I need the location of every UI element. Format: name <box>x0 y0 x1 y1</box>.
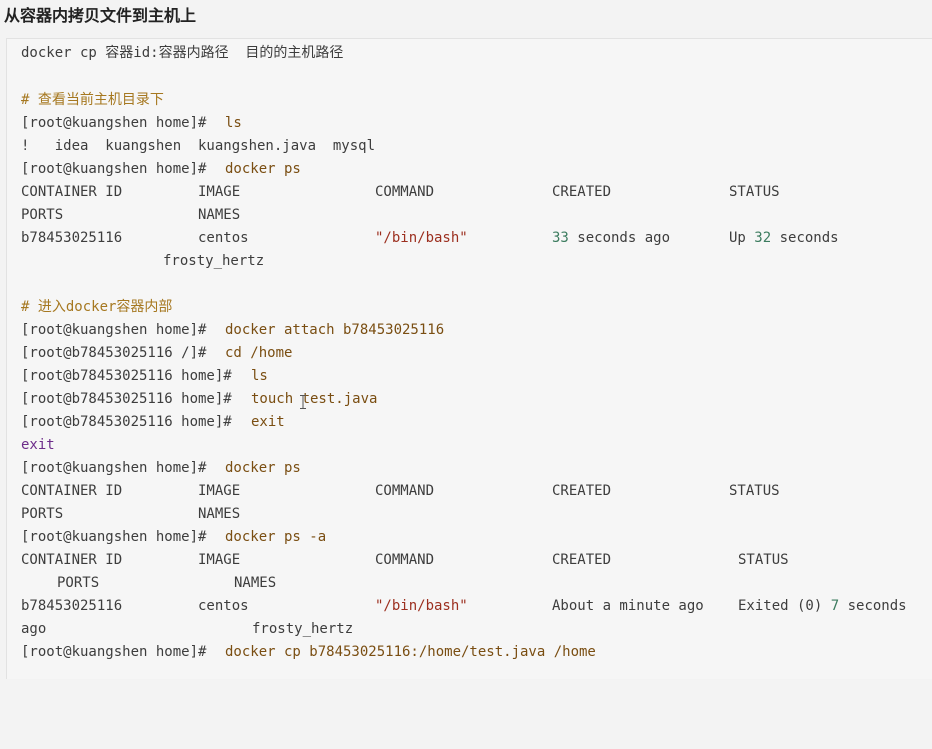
image-name: centos <box>198 598 249 614</box>
header-command: COMMAND <box>375 184 435 200</box>
header-command: COMMAND <box>375 483 435 499</box>
table-row: b78453025116 centos "/bin/bash" About a … <box>7 595 907 617</box>
prompt-line: [root@kuangshen home]# docker ps -a <box>7 526 326 548</box>
code-block[interactable]: docker cp 容器id:容器内路径 目的的主机路径 # 查看当前主机目录下… <box>6 38 932 679</box>
prompt-line: [root@kuangshen home]# docker ps <box>7 457 301 479</box>
table-row: frosty_hertz <box>7 250 264 272</box>
header-ports: PORTS <box>21 207 64 223</box>
header-command: COMMAND <box>375 552 435 568</box>
shell-prompt: [root@b78453025116 home]# <box>21 368 232 384</box>
exit-output: exit <box>21 437 55 453</box>
shell-prompt: [root@kuangshen home]# <box>21 460 207 476</box>
status-value: Up 32 seconds <box>729 227 839 249</box>
header-status: STATUS <box>729 184 780 200</box>
command-text: docker ps <box>225 460 301 476</box>
status-unit: seconds <box>839 598 907 614</box>
shell-prompt: [root@kuangshen home]# <box>21 161 207 177</box>
image-name: centos <box>198 230 249 246</box>
header-created: CREATED <box>552 552 612 568</box>
command-text: exit <box>251 414 285 430</box>
prompt-line: [root@b78453025116 /]# cd /home <box>7 342 292 364</box>
shell-prompt: [root@b78453025116 /]# <box>21 345 207 361</box>
syntax-text: docker cp 容器id:容器内路径 目的的主机路径 <box>21 45 344 61</box>
created-value: 33 seconds ago <box>552 227 670 249</box>
header-image: IMAGE <box>198 184 241 200</box>
shell-prompt: [root@kuangshen home]# <box>21 529 207 545</box>
container-name: frosty_hertz <box>163 253 265 269</box>
shell-prompt: [root@b78453025116 home]# <box>21 391 232 407</box>
header-container-id: CONTAINER ID <box>21 483 123 499</box>
command-text: docker cp b78453025116:/home/test.java /… <box>225 644 596 660</box>
prompt-line: [root@b78453025116 home]# ls <box>7 365 268 387</box>
status-word: Up <box>729 230 755 246</box>
prompt-line: [root@b78453025116 home]# exit <box>7 411 285 433</box>
header-names: NAMES <box>234 575 277 591</box>
header-image: IMAGE <box>198 552 241 568</box>
header-container-id: CONTAINER ID <box>21 184 123 200</box>
header-names: NAMES <box>198 506 241 522</box>
syntax-line: docker cp 容器id:容器内路径 目的的主机路径 <box>7 42 343 64</box>
prompt-line: [root@kuangshen home]# ls <box>7 112 242 134</box>
output-line: ! idea kuangshen kuangshen.java mysql <box>7 135 375 157</box>
table-row: b78453025116 centos "/bin/bash" 33 secon… <box>7 227 839 249</box>
header-status: STATUS <box>729 483 780 499</box>
shell-prompt: [root@b78453025116 home]# <box>21 414 232 430</box>
status-number: 32 <box>754 230 772 246</box>
ls-output: ! idea kuangshen kuangshen.java mysql <box>21 138 376 154</box>
shell-prompt: [root@kuangshen home]# <box>21 115 207 131</box>
comment-line: # 查看当前主机目录下 <box>7 89 164 111</box>
table-row: ago frosty_hertz <box>7 618 353 640</box>
comment-text: # 查看当前主机目录下 <box>21 92 164 108</box>
comment-line: # 进入docker容器内部 <box>7 296 172 318</box>
page-title: 从容器内拷贝文件到主机上 <box>4 6 197 25</box>
header-container-id: CONTAINER ID <box>21 552 123 568</box>
prompt-line: [root@kuangshen home]# docker attach b78… <box>7 319 444 341</box>
created-unit: seconds ago <box>568 230 671 246</box>
command-text: docker attach b78453025116 <box>225 322 445 338</box>
table-header-row: PORTS NAMES <box>7 503 240 525</box>
command-text: docker ps -a <box>225 529 327 545</box>
command-value: "/bin/bash" <box>375 230 468 246</box>
header-status: STATUS <box>738 552 789 568</box>
command-text: docker ps <box>225 161 301 177</box>
container-id: b78453025116 <box>21 598 123 614</box>
status-number: 7 <box>830 598 840 614</box>
table-header-row: CONTAINER ID IMAGE COMMAND CREATED STATU… <box>7 181 780 203</box>
command-text: touch test.java <box>251 391 378 407</box>
header-image: IMAGE <box>198 483 241 499</box>
header-ports: PORTS <box>21 506 64 522</box>
command-text: ls <box>251 368 268 384</box>
table-header-row: PORTS NAMES <box>7 204 240 226</box>
header-ports: PORTS <box>57 575 100 591</box>
table-header-row: CONTAINER ID IMAGE COMMAND CREATED STATU… <box>7 549 789 571</box>
command-text: ls <box>225 115 242 131</box>
container-id: b78453025116 <box>21 230 123 246</box>
output-line: exit <box>7 434 55 456</box>
text-cursor-icon <box>300 395 306 409</box>
table-header-row: CONTAINER ID IMAGE COMMAND CREATED STATU… <box>7 480 780 502</box>
shell-prompt: [root@kuangshen home]# <box>21 322 207 338</box>
header-created: CREATED <box>552 483 612 499</box>
command-value: "/bin/bash" <box>375 598 468 614</box>
status-value: Exited (0) 7 seconds <box>738 595 907 617</box>
status-wrap: ago <box>21 621 47 637</box>
header-names: NAMES <box>198 207 241 223</box>
command-text: cd /home <box>225 345 293 361</box>
container-name: frosty_hertz <box>252 621 354 637</box>
prompt-line: [root@kuangshen home]# docker cp b784530… <box>7 641 596 663</box>
header-created: CREATED <box>552 184 612 200</box>
comment-text: # 进入docker容器内部 <box>21 299 173 315</box>
created-value: About a minute ago <box>552 598 704 614</box>
prompt-line: [root@b78453025116 home]# touch test.jav… <box>7 388 377 410</box>
shell-prompt: [root@kuangshen home]# <box>21 644 207 660</box>
created-number: 33 <box>552 230 569 246</box>
status-unit: seconds <box>771 230 839 246</box>
table-header-row: PORTS NAMES <box>7 572 276 594</box>
prompt-line: [root@kuangshen home]# docker ps <box>7 158 301 180</box>
status-word: Exited (0) <box>738 598 831 614</box>
